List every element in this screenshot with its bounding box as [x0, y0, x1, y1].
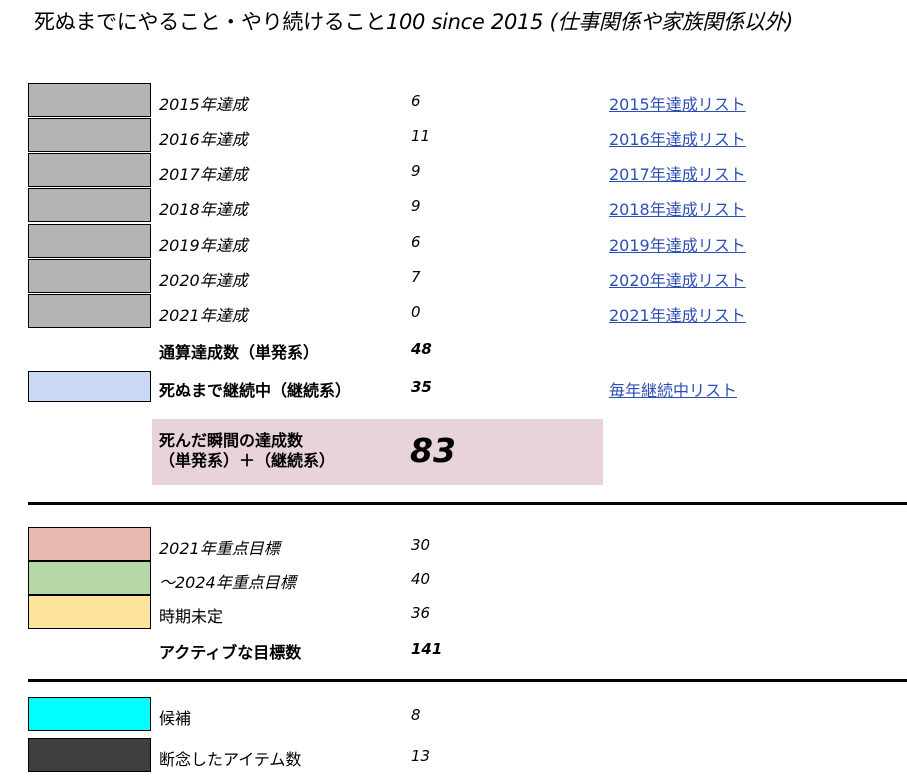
abandoned-value: 13 [411, 747, 431, 765]
title-main: 死ぬまでにやること・やり続けること [34, 10, 386, 34]
goal-value: 40 [411, 570, 431, 588]
title-suffix: (仕事関係や家族関係以外) [543, 10, 794, 34]
death-total-value: 83 [410, 431, 456, 470]
year-label: 2018年達成 [159, 200, 248, 219]
goal-row-undecided: 時期未定 36 [0, 595, 907, 630]
death-total-box: 死んだ瞬間の達成数 （単発系）＋（継続系） 83 [152, 419, 603, 485]
year-value: 6 [411, 233, 421, 251]
cyan-swatch [28, 697, 151, 731]
year-value: 7 [411, 268, 421, 286]
divider-line [28, 679, 907, 682]
goal-label: 2021年重点目標 [159, 539, 280, 558]
year-label: 2017年達成 [159, 165, 248, 184]
year-label: 2021年達成 [159, 306, 248, 325]
active-total-label: アクティブな目標数 [159, 643, 302, 662]
continuing-row: 死ぬまで継続中（継続系） 35 毎年継続中リスト [0, 371, 907, 406]
gray-swatch [28, 83, 151, 117]
goal-row-2024: ～2024年重点目標 40 [0, 561, 907, 596]
year-list-link[interactable]: 2020年達成リスト [609, 267, 746, 291]
dark-swatch [28, 738, 151, 772]
total-single-row: 通算達成数（単発系） 48 [0, 331, 907, 366]
year-value: 0 [411, 303, 421, 321]
gray-swatch [28, 153, 151, 187]
goal-value: 36 [411, 604, 431, 622]
year-value: 6 [411, 92, 421, 110]
page-title: 死ぬまでにやること・やり続けること100 since 2015 (仕事関係や家族… [34, 6, 793, 36]
continuing-label: 死ぬまで継続中（継続系） [159, 381, 352, 400]
year-value: 11 [411, 127, 431, 145]
goal-row-2021: 2021年重点目標 30 [0, 527, 907, 562]
year-label: 2019年達成 [159, 236, 248, 255]
continuing-value: 35 [411, 378, 432, 396]
candidate-label: 候補 [159, 709, 192, 728]
yellow-swatch [28, 595, 151, 629]
blue-swatch [28, 371, 151, 402]
goal-label: ～2024年重点目標 [159, 573, 296, 592]
year-list-link[interactable]: 2021年達成リスト [609, 302, 746, 326]
title-num: 100 since 2015 [385, 10, 544, 34]
candidate-value: 8 [411, 706, 421, 724]
active-total-row: アクティブな目標数 141 [0, 631, 907, 666]
continuing-list-link[interactable]: 毎年継続中リスト [609, 377, 737, 401]
year-row-2017: 2017年達成 9 2017年達成リスト [0, 153, 907, 188]
year-list-link[interactable]: 2015年達成リスト [609, 91, 746, 115]
red-swatch [28, 527, 151, 561]
total-single-value: 48 [411, 340, 432, 358]
year-row-2016: 2016年達成 11 2016年達成リスト [0, 118, 907, 153]
active-total-value: 141 [411, 640, 443, 658]
goal-label: 時期未定 [159, 607, 224, 626]
year-row-2019: 2019年達成 6 2019年達成リスト [0, 224, 907, 259]
year-label: 2016年達成 [159, 130, 248, 149]
year-label: 2015年達成 [159, 95, 248, 114]
year-row-2018: 2018年達成 9 2018年達成リスト [0, 188, 907, 223]
year-row-2020: 2020年達成 7 2020年達成リスト [0, 259, 907, 294]
divider-line [28, 502, 907, 505]
gray-swatch [28, 188, 151, 222]
year-row-2021: 2021年達成 0 2021年達成リスト [0, 294, 907, 329]
abandoned-label: 断念したアイテム数 [159, 750, 302, 769]
abandoned-row: 断念したアイテム数 13 [0, 738, 907, 773]
year-list-link[interactable]: 2016年達成リスト [609, 126, 746, 150]
goal-value: 30 [411, 536, 431, 554]
year-value: 9 [411, 197, 421, 215]
total-single-label: 通算達成数（単発系） [159, 343, 320, 362]
gray-swatch [28, 294, 151, 328]
gray-swatch [28, 259, 151, 293]
gray-swatch [28, 118, 151, 152]
gray-swatch [28, 224, 151, 258]
death-total-label: 死んだ瞬間の達成数 （単発系）＋（継続系） [159, 431, 336, 470]
year-list-link[interactable]: 2018年達成リスト [609, 196, 746, 220]
candidate-row: 候補 8 [0, 697, 907, 732]
year-value: 9 [411, 162, 421, 180]
green-swatch [28, 561, 151, 595]
year-row-2015: 2015年達成 6 2015年達成リスト [0, 83, 907, 118]
year-label: 2020年達成 [159, 271, 248, 290]
year-list-link[interactable]: 2017年達成リスト [609, 161, 746, 185]
year-list-link[interactable]: 2019年達成リスト [609, 232, 746, 256]
